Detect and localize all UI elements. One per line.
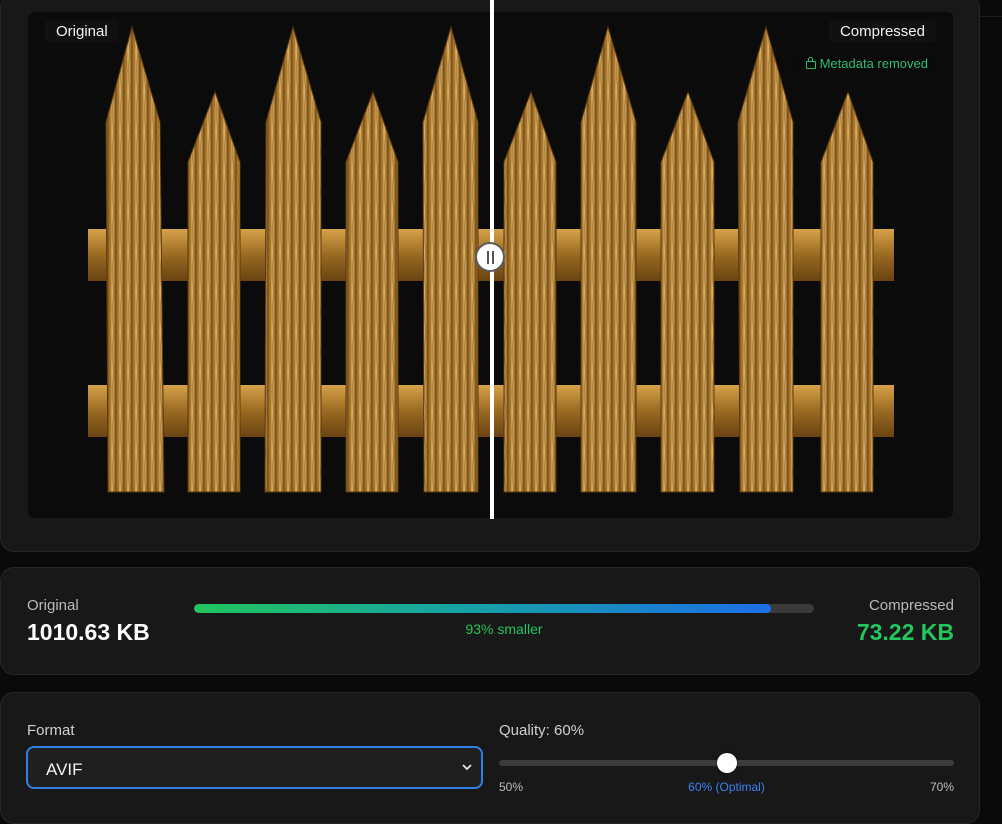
- metadata-removed-badge: Metadata removed: [797, 55, 936, 72]
- quality-slider-thumb[interactable]: [716, 753, 737, 773]
- format-label: Format: [27, 722, 75, 739]
- size-stats-card: Original 1010.63 KB 93% smaller Compress…: [0, 567, 980, 675]
- metadata-removed-text: Metadata removed: [819, 56, 928, 71]
- compare-card: Original Compressed Metadata removed: [0, 0, 980, 552]
- compressed-image-label: Compressed: [828, 20, 936, 43]
- format-select[interactable]: AVIF: [26, 746, 483, 789]
- savings-progress-fill: [194, 604, 771, 613]
- compressed-size-value: 73.22 KB: [856, 619, 954, 645]
- quality-max-label: 70%: [929, 780, 954, 794]
- savings-text: 93% smaller: [465, 621, 543, 637]
- quality-slider[interactable]: [499, 753, 954, 773]
- original-size-label: Original: [27, 597, 79, 614]
- settings-card: Format AVIF Quality: 60% 50% 60% (Optima…: [0, 692, 980, 824]
- quality-optimal-label: 60% (Optimal): [688, 780, 765, 794]
- format-selected-value: AVIF: [46, 760, 83, 779]
- quality-label: Quality: 60%: [499, 722, 585, 739]
- chevron-down-icon: [462, 764, 472, 771]
- original-image-label: Original: [45, 20, 119, 43]
- slider-grip-icon[interactable]: [475, 242, 505, 272]
- savings-progress-bar: [194, 604, 814, 613]
- compressed-size-label: Compressed: [868, 597, 954, 614]
- lock-icon: [805, 57, 816, 69]
- original-size-value: 1010.63 KB: [27, 619, 150, 645]
